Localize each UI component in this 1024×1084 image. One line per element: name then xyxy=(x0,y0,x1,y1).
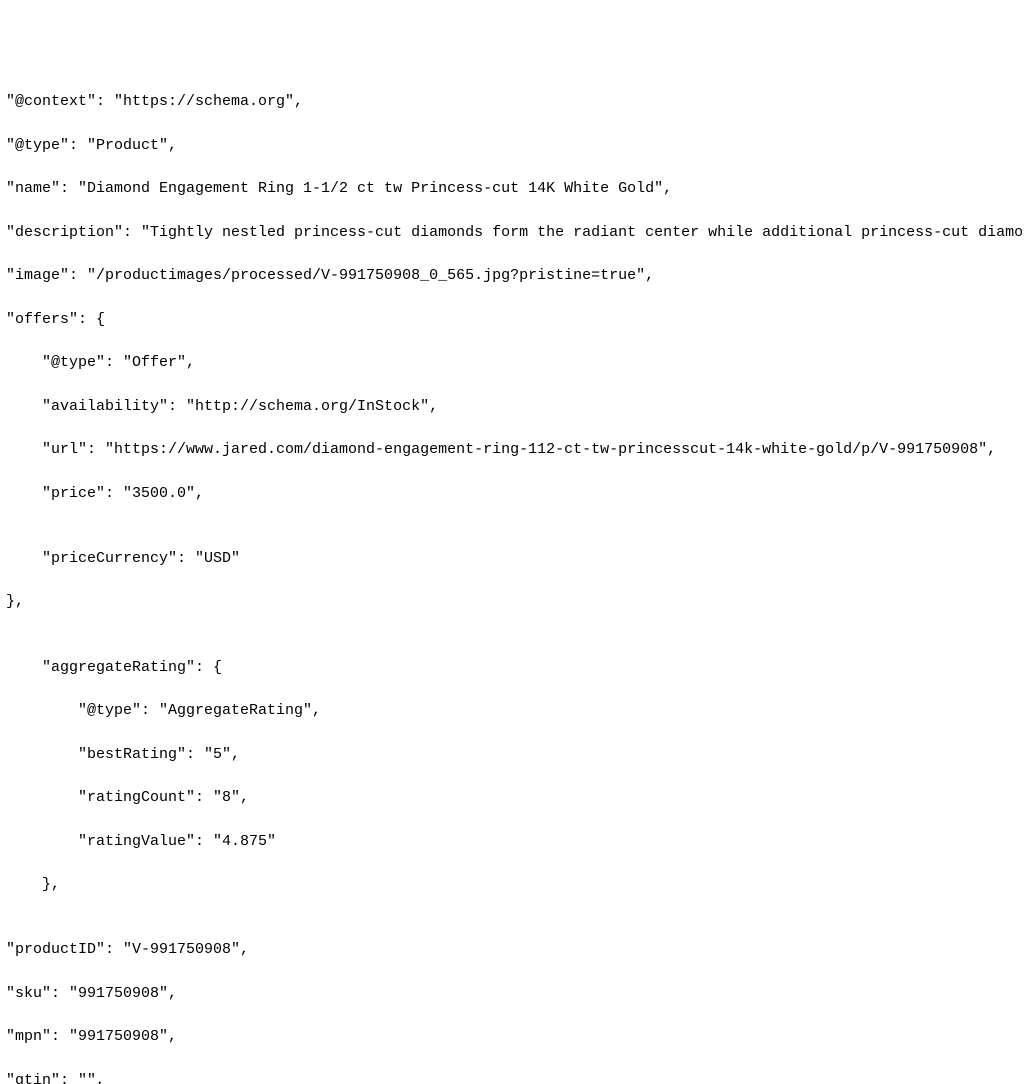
code-line: }, xyxy=(6,591,1018,613)
code-line: "url": "https://www.jared.com/diamond-en… xyxy=(6,439,1018,461)
code-line: "name": "Diamond Engagement Ring 1-1/2 c… xyxy=(6,178,1018,200)
code-line: "@type": "AggregateRating", xyxy=(6,700,1018,722)
code-line: "availability": "http://schema.org/InSto… xyxy=(6,396,1018,418)
code-line: "offers": { xyxy=(6,309,1018,331)
code-line: "bestRating": "5", xyxy=(6,744,1018,766)
code-line: "aggregateRating": { xyxy=(6,657,1018,679)
code-line: "@context": "https://schema.org", xyxy=(6,91,1018,113)
code-line: "gtin": "", xyxy=(6,1070,1018,1084)
code-line: "description": "Tightly nestled princess… xyxy=(6,222,1018,244)
code-line: "ratingValue": "4.875" xyxy=(6,831,1018,853)
code-line: }, xyxy=(6,874,1018,896)
code-line: "priceCurrency": "USD" xyxy=(6,548,1018,570)
code-line: "mpn": "991750908", xyxy=(6,1026,1018,1048)
code-line: "@type": "Offer", xyxy=(6,352,1018,374)
code-line: "price": "3500.0", xyxy=(6,483,1018,505)
code-line: "productID": "V-991750908", xyxy=(6,939,1018,961)
code-line: "sku": "991750908", xyxy=(6,983,1018,1005)
code-line: "ratingCount": "8", xyxy=(6,787,1018,809)
code-line: "@type": "Product", xyxy=(6,135,1018,157)
code-line: "image": "/productimages/processed/V-991… xyxy=(6,265,1018,287)
